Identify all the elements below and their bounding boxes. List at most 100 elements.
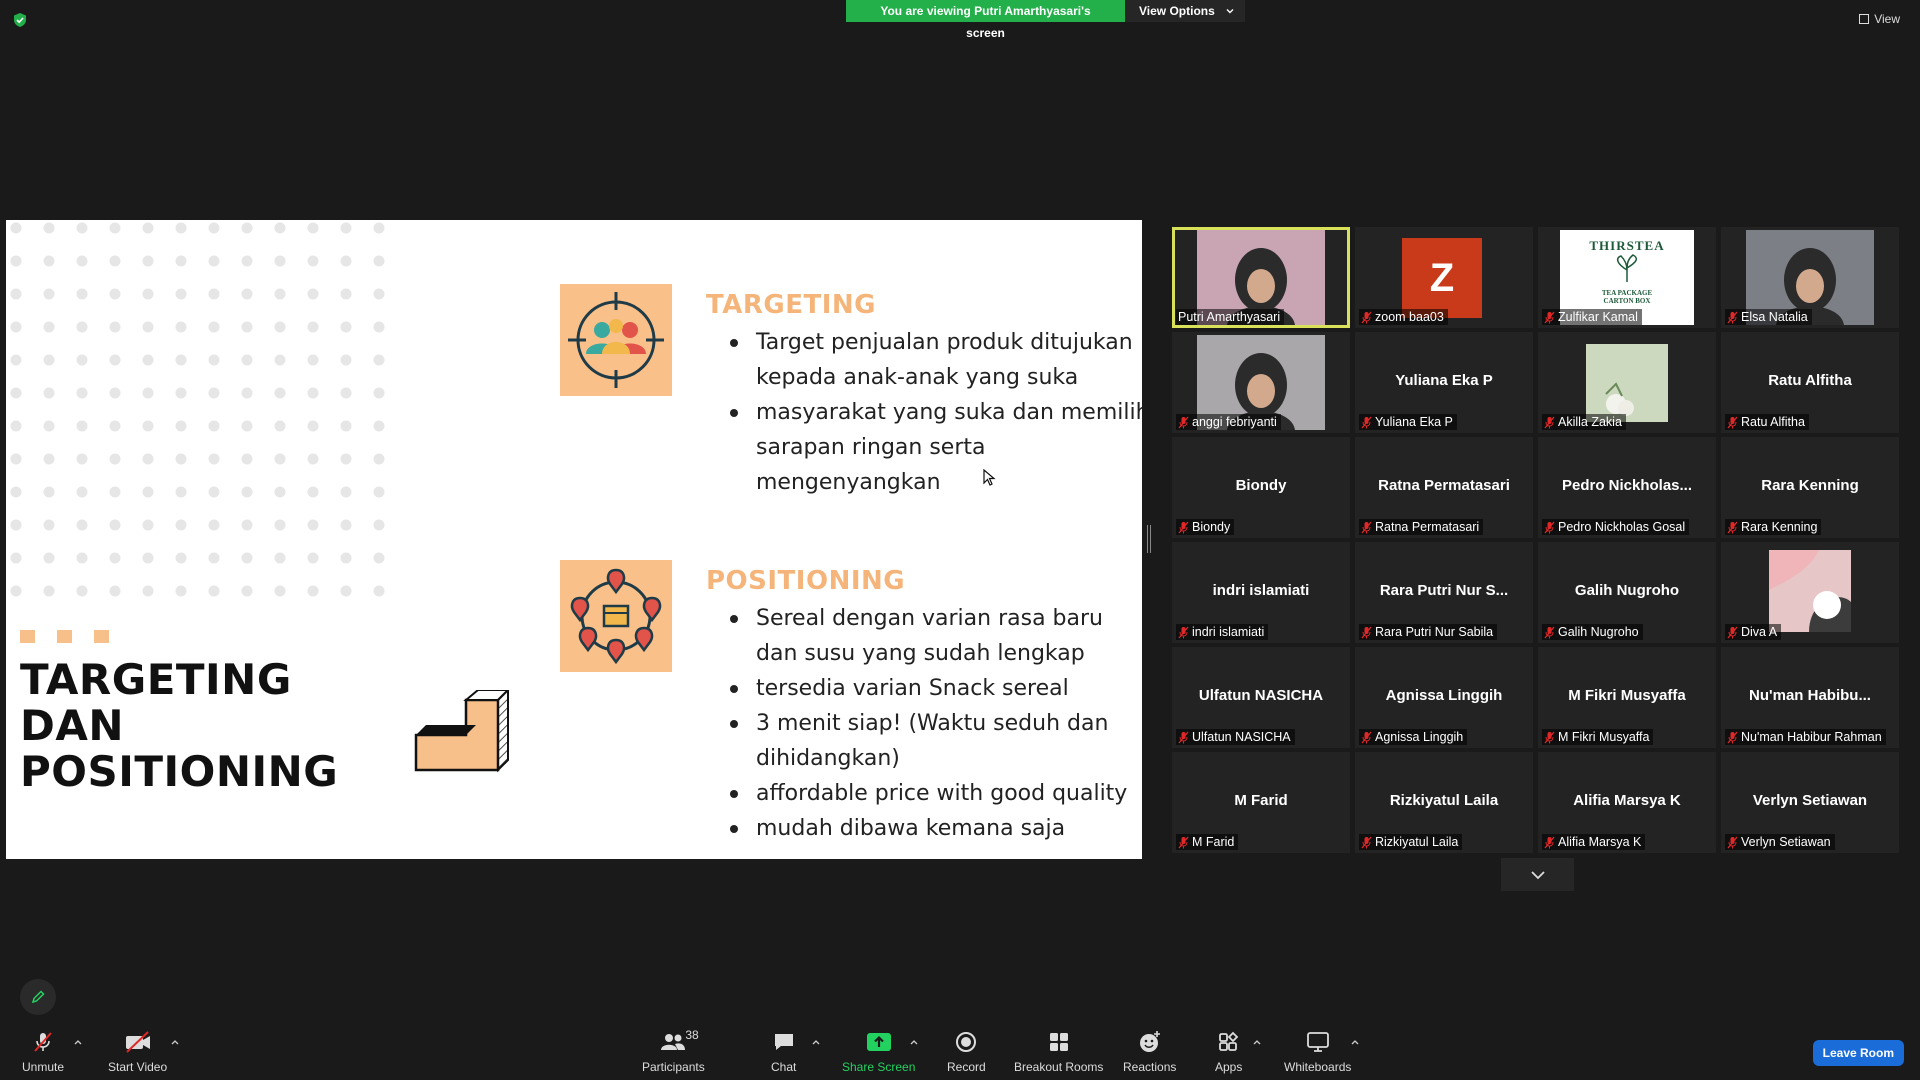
decorative-dot — [43, 321, 55, 333]
video-camera-off-icon — [125, 1031, 150, 1053]
participant-tile[interactable]: Zzoom baa03 — [1355, 227, 1533, 328]
participant-tile[interactable]: Rizkiyatul Laila Rizkiyatul Laila — [1355, 752, 1533, 853]
microphone-muted-icon — [1544, 836, 1555, 848]
participant-tile[interactable]: THIRSTEA TEA PACKAGE CARTON BOX Zulfikar K… — [1538, 227, 1716, 328]
chat-options-caret-icon[interactable] — [811, 1038, 821, 1046]
participant-tile[interactable]: Ratna Permatasari Ratna Permatasari — [1355, 437, 1533, 538]
decorative-dot — [274, 552, 286, 564]
start-video-button[interactable]: Start Video — [108, 1030, 167, 1074]
video-options-caret-icon[interactable] — [170, 1038, 180, 1046]
chat-button[interactable]: Chat — [771, 1030, 796, 1074]
chevron-down-icon — [1530, 870, 1545, 879]
participant-tile[interactable]: Rara Kenning Rara Kenning — [1721, 437, 1899, 538]
participant-display-name: Ratna Permatasari — [1378, 477, 1510, 494]
participant-tile[interactable]: M Farid M Farid — [1172, 752, 1350, 853]
decorative-dot — [241, 354, 253, 366]
decorative-dot — [43, 519, 55, 531]
participant-tile[interactable]: anggi febriyanti — [1172, 332, 1350, 433]
breakout-rooms-label: Breakout Rooms — [1014, 1060, 1104, 1074]
decorative-dot — [373, 519, 385, 531]
participant-tile[interactable]: Putri Amarthyasari — [1172, 227, 1350, 328]
participants-count: 38 — [685, 1028, 699, 1042]
decorative-dot — [307, 519, 319, 531]
participant-tile[interactable]: Rara Putri Nur S... Rara Putri Nur Sabila — [1355, 542, 1533, 643]
record-button[interactable]: Record — [947, 1030, 986, 1074]
participant-name-label: Galih Nugroho — [1542, 624, 1643, 640]
decorative-dot — [340, 585, 352, 597]
participant-tile[interactable]: Ratu Alfitha Ratu Alfitha — [1721, 332, 1899, 433]
panel-resize-handle[interactable] — [1147, 525, 1151, 553]
audio-options-caret-icon[interactable] — [73, 1038, 83, 1046]
microphone-muted-icon — [1178, 626, 1189, 638]
unmute-button[interactable]: Unmute — [22, 1030, 64, 1074]
decorative-dot — [175, 486, 187, 498]
participant-name-label: Pedro Nickholas Gosal — [1542, 519, 1690, 535]
share-screen-button[interactable]: Share Screen — [842, 1030, 915, 1074]
apps-button[interactable]: Apps — [1215, 1030, 1242, 1074]
breakout-rooms-button[interactable]: Breakout Rooms — [1014, 1030, 1103, 1074]
participant-tile[interactable]: Nu'man Habibu... Nu'man Habibur Rahman — [1721, 647, 1899, 748]
microphone-muted-icon — [1544, 311, 1555, 323]
decorative-dot — [76, 420, 88, 432]
participants-button[interactable]: 38 Participants — [642, 1028, 705, 1074]
annotate-button[interactable] — [20, 979, 56, 1015]
apps-options-caret-icon[interactable] — [1252, 1038, 1262, 1046]
participant-tile[interactable]: Galih Nugroho Galih Nugroho — [1538, 542, 1716, 643]
shield-icon[interactable] — [12, 12, 28, 28]
decorative-dot — [274, 288, 286, 300]
decorative-dot — [307, 288, 319, 300]
participant-name-label: Yuliana Eka P — [1359, 414, 1457, 430]
participant-tile[interactable]: Elsa Natalia — [1721, 227, 1899, 328]
participant-profile-image — [1769, 550, 1851, 632]
microphone-muted-icon — [1727, 311, 1738, 323]
decorative-dot — [10, 453, 22, 465]
participant-name: Biondy — [1192, 520, 1231, 534]
participant-tile[interactable]: Alifia Marsya K Alifia Marsya K — [1538, 752, 1716, 853]
participant-tile[interactable]: Ulfatun NASICHA Ulfatun NASICHA — [1172, 647, 1350, 748]
gallery-next-page-button[interactable] — [1501, 858, 1574, 891]
participant-tile[interactable]: Biondy Biondy — [1172, 437, 1350, 538]
leave-room-button[interactable]: Leave Room — [1812, 1040, 1904, 1066]
decorative-dot — [76, 255, 88, 267]
view-layout-button[interactable]: View — [1859, 12, 1900, 26]
positioning-network-icon — [570, 568, 662, 665]
whiteboards-label: Whiteboards — [1284, 1060, 1352, 1074]
decorative-dot — [142, 288, 154, 300]
decorative-dot — [373, 453, 385, 465]
whiteboards-button[interactable]: Whiteboards — [1284, 1030, 1351, 1074]
participant-name: Ratna Permatasari — [1375, 520, 1480, 534]
decorative-dot-grid — [10, 222, 385, 597]
microphone-muted-icon — [1727, 416, 1738, 428]
decorative-dot — [274, 354, 286, 366]
decorative-dot — [10, 222, 22, 234]
participant-tile[interactable]: Verlyn Setiawan Verlyn Setiawan — [1721, 752, 1899, 853]
participant-tile[interactable]: M Fikri Musyaffa M Fikri Musyaffa — [1538, 647, 1716, 748]
list-item: affordable price with good quality — [730, 776, 1142, 811]
participant-tile[interactable]: Agnissa Linggih Agnissa Linggih — [1355, 647, 1533, 748]
microphone-muted-icon — [1178, 521, 1189, 533]
participant-tile[interactable]: Diva A — [1721, 542, 1899, 643]
positioning-heading: POSITIONING — [706, 566, 906, 596]
decorative-dot — [10, 387, 22, 399]
participant-display-name: Agnissa Linggih — [1385, 687, 1503, 704]
decorative-dot — [175, 354, 187, 366]
whiteboards-options-caret-icon[interactable] — [1350, 1038, 1360, 1046]
tea-leaf-icon — [1616, 254, 1638, 282]
viewing-screen-text: You are viewing Putri Amarthyasari's scr… — [846, 0, 1125, 40]
view-options-button[interactable]: View Options — [1125, 0, 1245, 22]
participant-profile-image — [1586, 344, 1668, 422]
participant-tile[interactable]: Yuliana Eka P Yuliana Eka P — [1355, 332, 1533, 433]
list-item: mudah dibawa kemana saja — [730, 811, 1142, 846]
decorative-dot — [43, 453, 55, 465]
decorative-dot — [175, 552, 187, 564]
decorative-dot — [109, 321, 121, 333]
participant-tile[interactable]: Akilla Zakia — [1538, 332, 1716, 433]
participant-tile[interactable]: Pedro Nickholas... Pedro Nickholas Gosal — [1538, 437, 1716, 538]
decorative-dot — [307, 222, 319, 234]
participant-display-name: Galih Nugroho — [1574, 582, 1680, 599]
reactions-button[interactable]: Reactions — [1123, 1030, 1176, 1074]
logo-subtext: TEA PACKAGE CARTON BOX — [1601, 289, 1653, 305]
decorative-dot — [208, 486, 220, 498]
share-options-caret-icon[interactable] — [909, 1038, 919, 1046]
participant-tile[interactable]: indri islamiati indri islamiati — [1172, 542, 1350, 643]
